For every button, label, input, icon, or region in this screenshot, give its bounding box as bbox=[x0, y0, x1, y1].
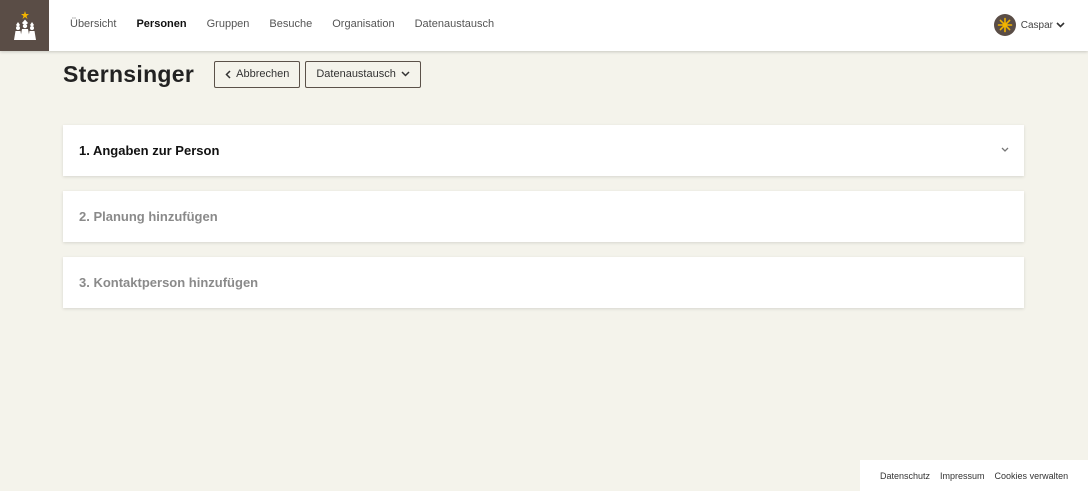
nav-item-uebersicht[interactable]: Übersicht bbox=[70, 17, 116, 31]
footer-links: Datenschutz Impressum Cookies verwalten bbox=[860, 460, 1088, 491]
star-icon bbox=[997, 17, 1013, 33]
avatar bbox=[993, 14, 1016, 36]
chevron-down-icon bbox=[401, 71, 410, 77]
nav-item-gruppen[interactable]: Gruppen bbox=[207, 17, 250, 31]
chevron-down-icon bbox=[1056, 22, 1065, 28]
sternsinger-logo[interactable] bbox=[0, 0, 49, 51]
nav-item-besuche[interactable]: Besuche bbox=[269, 17, 312, 31]
imprint-link[interactable]: Impressum bbox=[940, 471, 985, 481]
chevron-left-icon bbox=[225, 69, 231, 79]
section-angaben-zur-person[interactable]: 1. Angaben zur Person bbox=[63, 125, 1024, 176]
cancel-button-label: Abbrechen bbox=[236, 68, 290, 80]
page-header: Sternsinger Abbrechen Datenaustausch bbox=[63, 60, 426, 88]
section-title: 3. Kontaktperson hinzufügen bbox=[79, 275, 259, 290]
privacy-link[interactable]: Datenschutz bbox=[880, 471, 930, 481]
data-exchange-dropdown-button[interactable]: Datenaustausch bbox=[305, 60, 421, 88]
chevron-down-icon bbox=[1001, 147, 1009, 152]
nav-item-datenaustausch[interactable]: Datenaustausch bbox=[415, 17, 495, 31]
section-title: 1. Angaben zur Person bbox=[79, 143, 220, 158]
main-nav: Übersicht Personen Gruppen Besuche Organ… bbox=[70, 17, 514, 31]
data-exchange-button-label: Datenaustausch bbox=[316, 68, 396, 80]
cancel-button[interactable]: Abbrechen bbox=[214, 60, 301, 88]
page-title: Sternsinger bbox=[63, 61, 195, 87]
nav-item-personen[interactable]: Personen bbox=[136, 17, 186, 31]
cookie-settings-link[interactable]: Cookies verwalten bbox=[995, 471, 1069, 481]
nav-item-organisation[interactable]: Organisation bbox=[332, 17, 394, 31]
user-name: Caspar bbox=[1020, 19, 1053, 31]
section-title: 2. Planung hinzufügen bbox=[79, 209, 218, 224]
section-kontaktperson-hinzufuegen: 3. Kontaktperson hinzufügen bbox=[63, 257, 1024, 308]
three-kings-icon bbox=[13, 10, 36, 40]
section-planung-hinzufuegen: 2. Planung hinzufügen bbox=[63, 191, 1024, 242]
user-menu[interactable]: Caspar bbox=[993, 14, 1065, 36]
top-navigation-bar: Übersicht Personen Gruppen Besuche Organ… bbox=[0, 0, 1088, 51]
